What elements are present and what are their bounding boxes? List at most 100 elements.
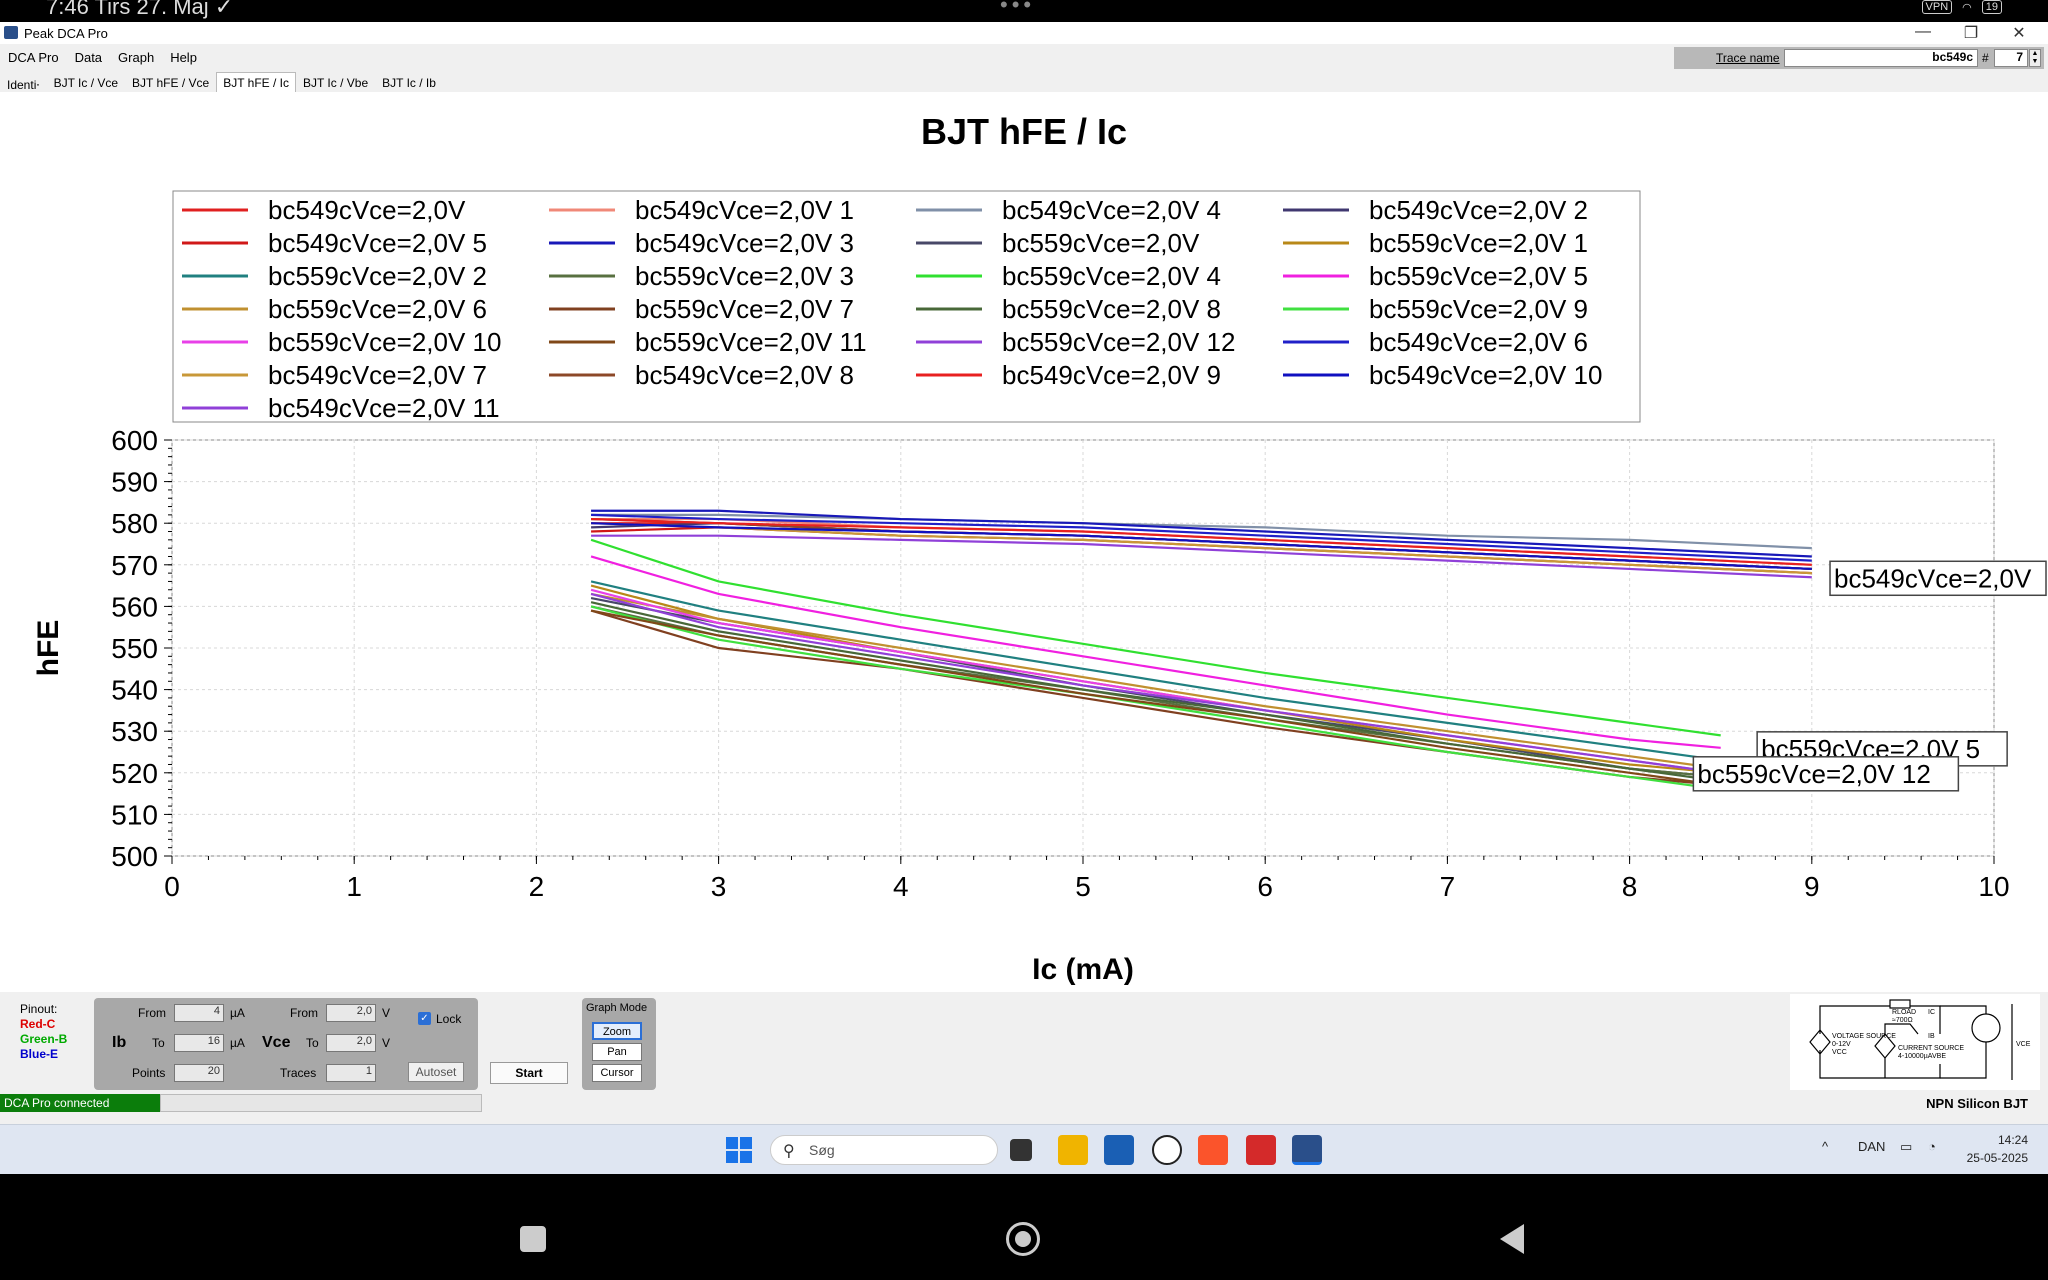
drag-handle-icon: ••• <box>1000 0 1036 17</box>
tab-bjt-hfe-vce[interactable]: BJT hFE / Vce <box>125 72 216 92</box>
back-button[interactable] <box>1500 1224 1524 1254</box>
legend-label: bc559cVce=2,0V 8 <box>1002 294 1221 324</box>
taskbar-clock[interactable]: 14:24 25-05-2025 <box>1967 1131 2028 1167</box>
trace-name-label[interactable]: Trace name <box>1716 51 1780 65</box>
home-button[interactable] <box>1006 1222 1040 1256</box>
x-tick-label: 9 <box>1804 871 1820 902</box>
voltage-range-label: 0-12V <box>1832 1041 1851 1048</box>
cursor-mode-button[interactable]: Cursor <box>592 1064 642 1082</box>
lock-checkbox[interactable]: ✓ <box>418 1012 431 1025</box>
status-icons: VPN ◠ 19 <box>1921 0 2002 14</box>
legend-label: bc559cVce=2,0V 11 <box>635 327 867 357</box>
graph-mode-label: Graph Mode <box>586 1002 648 1014</box>
legend-label: bc549cVce=2,0V 10 <box>1369 360 1602 390</box>
legend-label: bc559cVce=2,0V 5 <box>1369 261 1588 291</box>
legend-label: bc559cVce=2,0V 2 <box>268 261 487 291</box>
circuit-diagram: RLOAD ≈700Ω IC IB VCE VBE VOLTAGE SOURCE… <box>1790 994 2040 1090</box>
tab-bar: Identi⸱ BJT Ic / Vce BJT hFE / Vce BJT h… <box>0 72 443 92</box>
vce-from-unit: V <box>382 1006 391 1020</box>
y-axis-label: hFE <box>32 620 65 677</box>
search-icon: ⚲ <box>783 1143 795 1160</box>
y-tick-label: 590 <box>111 467 158 498</box>
y-tick-label: 600 <box>111 425 158 456</box>
window-title: Peak DCA Pro <box>24 26 108 41</box>
ib-from-unit: µA <box>230 1006 245 1020</box>
minimize-button[interactable]: — <box>1900 23 1946 41</box>
task-view-icon[interactable] <box>1010 1139 1032 1161</box>
ib-to-label: To <box>152 1036 165 1050</box>
x-tick-label: 6 <box>1257 871 1273 902</box>
legend-label: bc559cVce=2,0V 1 <box>1369 228 1588 258</box>
menu-dca-pro[interactable]: DCA Pro <box>0 46 67 68</box>
brave-browser-icon[interactable] <box>1198 1135 1228 1165</box>
legend-label: bc549cVce=2,0V 11 <box>268 393 500 423</box>
y-tick-label: 580 <box>111 508 158 539</box>
ib-from-label: From <box>138 1006 166 1020</box>
pin-emitter-label: Blue-E <box>20 1047 59 1061</box>
trace-number-input[interactable]: 7 <box>1994 49 2028 67</box>
peak-dca-taskbar-icon[interactable] <box>1292 1135 1322 1165</box>
tab-bjt-ic-vce[interactable]: BJT Ic / Vce <box>47 72 125 92</box>
hfe-ic-chart[interactable]: BJT hFE / Ic bc549cVce=2,0V bc549cVce=2,0… <box>0 92 2048 992</box>
legend-label: bc549cVce=2,0V 6 <box>1369 327 1588 357</box>
ib-from-input[interactable]: 4 <box>174 1004 224 1022</box>
legend-label: bc549cVce=2,0V 7 <box>268 360 487 390</box>
tab-bjt-ic-ib[interactable]: BJT Ic / Ib <box>375 72 443 92</box>
file-explorer-icon[interactable] <box>1058 1135 1088 1165</box>
network-icon[interactable]: ▭ <box>1900 1139 1912 1155</box>
ib-label: Ib <box>112 1034 127 1051</box>
close-button[interactable]: ✕ <box>1996 23 2042 43</box>
legend-label: bc559cVce=2,0V 10 <box>268 327 501 357</box>
legend-label: bc559cVce=2,0V 7 <box>635 294 854 324</box>
store-icon[interactable] <box>1104 1135 1134 1165</box>
trace-name-input[interactable]: bc549c <box>1784 49 1978 67</box>
menu-graph[interactable]: Graph <box>110 46 162 68</box>
language-indicator[interactable]: DAN <box>1858 1139 1885 1154</box>
pan-mode-button[interactable]: Pan <box>592 1043 642 1061</box>
legend-label: bc549cVce=2,0V 3 <box>635 228 854 258</box>
tray-chevron-icon[interactable]: ^ <box>1822 1139 1828 1154</box>
x-tick-label: 7 <box>1440 871 1456 902</box>
connection-status: DCA Pro connected <box>0 1094 160 1112</box>
start-button[interactable]: Start <box>490 1062 568 1084</box>
trace-number-spinner[interactable]: ▲ ▼ <box>2029 49 2041 67</box>
volume-icon[interactable]: ◔ <box>1928 1139 1936 1154</box>
y-tick-label: 540 <box>111 675 158 706</box>
recents-button[interactable] <box>520 1226 546 1252</box>
tab-bjt-hfe-ic[interactable]: BJT hFE / Ic <box>216 72 296 92</box>
graph-mode-panel: Graph Mode Zoom Pan Cursor <box>582 998 656 1090</box>
vce-circuit-label: VCE <box>2016 1041 2031 1048</box>
tab-identify[interactable]: Identi⸱ <box>0 72 47 92</box>
progress-bar <box>160 1094 482 1112</box>
legend-label: bc549cVce=2,0V 4 <box>1002 195 1221 225</box>
autoset-button[interactable]: Autoset <box>408 1062 464 1082</box>
vce-to-input[interactable]: 2,0 <box>326 1034 376 1052</box>
x-tick-label: 8 <box>1622 871 1638 902</box>
rload-label: RLOAD <box>1892 1009 1916 1016</box>
windows-start-icon[interactable] <box>726 1137 752 1163</box>
y-tick-label: 570 <box>111 550 158 581</box>
points-input[interactable]: 20 <box>174 1064 224 1082</box>
menu-data[interactable]: Data <box>67 46 110 68</box>
ic-label: IC <box>1928 1009 1935 1016</box>
taskbar-search-input[interactable]: ⚲ Søg <box>770 1135 998 1165</box>
app-red-icon[interactable] <box>1246 1135 1276 1165</box>
points-label: Points <box>132 1066 166 1080</box>
ib-circuit-label: IB <box>1928 1033 1935 1040</box>
zoom-mode-button[interactable]: Zoom <box>592 1022 642 1040</box>
maximize-button[interactable]: ❐ <box>1948 23 1994 43</box>
legend-label: bc549cVce=2,0V 8 <box>635 360 854 390</box>
search-placeholder: Søg <box>809 1142 835 1158</box>
chart-area[interactable]: BJT hFE / Ic bc549cVce=2,0V bc549cVce=2,0… <box>0 92 2048 992</box>
tab-bjt-ic-vbe[interactable]: BJT Ic / Vbe <box>296 72 375 92</box>
menu-help[interactable]: Help <box>162 46 205 68</box>
traces-label: Traces <box>280 1066 317 1080</box>
sweep-settings: From 4 µA Ib To 16 µA Points 20 From 2,0… <box>94 998 478 1090</box>
ib-to-input[interactable]: 16 <box>174 1034 224 1052</box>
chatgpt-icon[interactable] <box>1152 1135 1182 1165</box>
vce-from-input[interactable]: 2,0 <box>326 1004 376 1022</box>
traces-input[interactable]: 1 <box>326 1064 376 1082</box>
current-range-label: 4-10000µA <box>1898 1053 1933 1060</box>
y-tick-label: 510 <box>111 799 158 830</box>
legend-label: bc559cVce=2,0V 6 <box>268 294 487 324</box>
